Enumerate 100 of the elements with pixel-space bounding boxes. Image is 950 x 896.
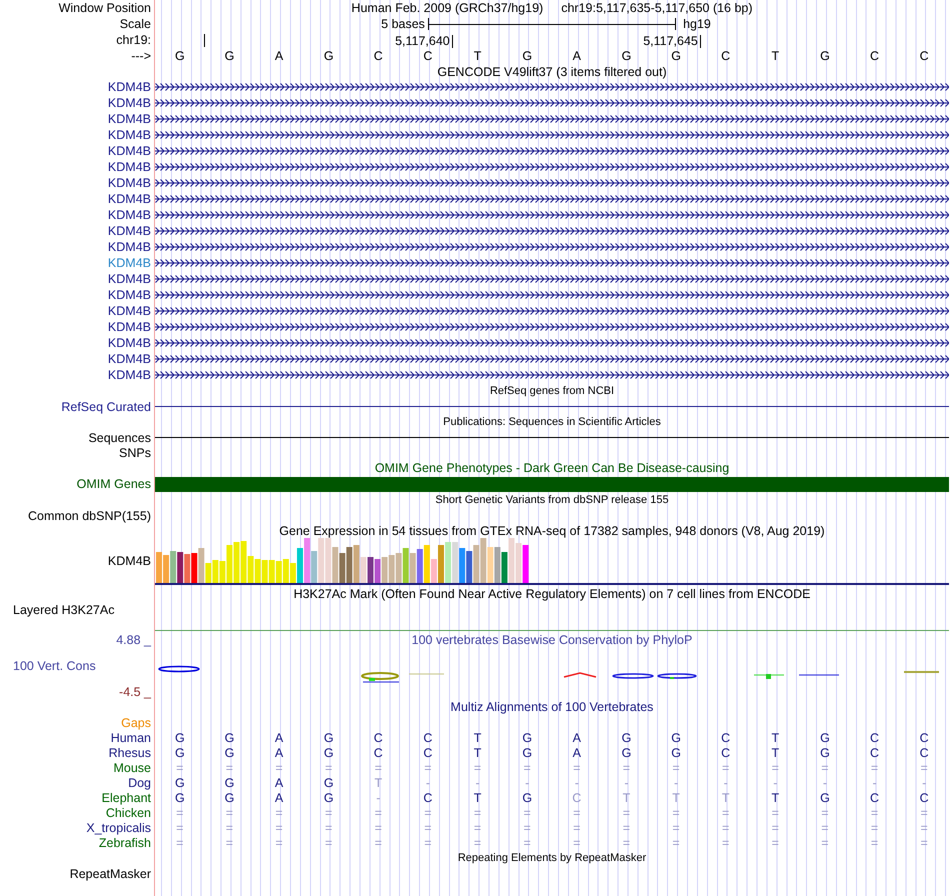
track-label[interactable]: KDM4B xyxy=(108,554,151,568)
gene-label[interactable]: KDM4B xyxy=(108,240,151,254)
aligned-base: = xyxy=(374,760,382,774)
aligned-base: G xyxy=(820,730,830,744)
track-label[interactable]: OMIM Genes xyxy=(76,477,151,491)
aligned-base: = xyxy=(524,836,531,850)
gene-label[interactable]: KDM4B xyxy=(108,368,151,382)
aligned-base: G xyxy=(174,730,185,744)
aligned-base: = xyxy=(622,760,630,774)
gene-label[interactable]: KDM4B xyxy=(108,128,151,142)
species-label[interactable]: Human xyxy=(110,730,151,744)
position-text: chr19:5,117,635-5,117,650 (16 bp) xyxy=(561,1,753,15)
gene-label[interactable]: KDM4B xyxy=(108,320,151,334)
gene-label[interactable]: KDM4B xyxy=(108,144,151,158)
gene-label[interactable]: KDM4B xyxy=(108,96,151,110)
aligned-base: = xyxy=(524,820,531,834)
aligned-base: = xyxy=(374,820,382,834)
aligned-base: C xyxy=(423,746,432,760)
aligned-base: = xyxy=(672,836,680,850)
gene-label[interactable]: KDM4B xyxy=(108,160,151,174)
aligned-base: T xyxy=(474,746,482,760)
aligned-base: A xyxy=(572,730,581,744)
aligned-base: C xyxy=(721,730,730,744)
gene-label[interactable]: KDM4B xyxy=(108,288,151,302)
species-label[interactable]: Chicken xyxy=(106,806,151,820)
aligned-base: = xyxy=(870,806,878,820)
aligned-base: = xyxy=(870,836,878,850)
aligned-base: A xyxy=(274,730,284,744)
aligned-base: = xyxy=(275,820,283,834)
aligned-base: = xyxy=(226,836,234,850)
gene-label[interactable]: KDM4B xyxy=(108,80,151,94)
base-letter: T xyxy=(474,49,482,63)
aligned-base: = xyxy=(622,820,630,834)
aligned-base: G xyxy=(820,790,830,804)
species-label[interactable]: Mouse xyxy=(113,760,151,774)
track-title: GENCODE V49lift37 (3 items filtered out) xyxy=(437,64,667,78)
aligned-base: = xyxy=(821,836,829,850)
aligned-base: G xyxy=(522,730,532,744)
gene-label[interactable]: KDM4B xyxy=(108,304,151,318)
aligned-base: G xyxy=(174,790,185,804)
aligned-base: G xyxy=(224,790,234,804)
aligned-base: T xyxy=(474,730,482,744)
aligned-base: - xyxy=(376,790,380,804)
aligned-base: = xyxy=(821,820,829,834)
aligned-base: C xyxy=(870,746,880,760)
row-label: chr19: xyxy=(116,33,151,47)
track-label[interactable]: SNPs xyxy=(119,446,151,460)
track-label[interactable]: RefSeq Curated xyxy=(61,400,151,414)
aligned-base: C xyxy=(423,790,432,804)
aligned-base: C xyxy=(920,746,929,760)
aligned-base: - xyxy=(525,776,530,790)
aligned-base: G xyxy=(522,790,532,804)
aligned-base: A xyxy=(274,776,284,790)
track-title: OMIM Gene Phenotypes - Dark Green Can Be Disease-causing xyxy=(374,461,730,475)
scale-text: 5 bases xyxy=(381,17,426,31)
tick-mark xyxy=(204,34,205,46)
aligned-base: G xyxy=(174,776,185,790)
gene-label[interactable]: KDM4B xyxy=(108,336,151,350)
gene-label[interactable]: KDM4B xyxy=(108,272,151,286)
species-label[interactable]: Zebrafish xyxy=(98,836,151,850)
aligned-base: = xyxy=(275,836,283,850)
omim-feature-bar[interactable] xyxy=(155,476,949,492)
aligned-base: = xyxy=(176,820,184,834)
row-label: Window Position xyxy=(58,1,151,15)
aligned-base: G xyxy=(324,790,334,804)
gene-label[interactable]: KDM4B xyxy=(108,176,151,190)
aligned-base: = xyxy=(424,760,432,774)
aligned-base: G xyxy=(174,746,185,760)
track-label[interactable]: 100 Vert. Cons xyxy=(0,659,151,673)
gene-label[interactable]: KDM4B xyxy=(108,256,151,270)
aligned-base: G xyxy=(671,746,681,760)
aligned-base: = xyxy=(920,836,928,850)
aligned-base: = xyxy=(325,806,332,820)
gene-label[interactable]: KDM4B xyxy=(108,112,151,126)
track-title: H3K27Ac Mark (Often Found Near Active Regulatory Elements) on 7 cell lines from ENCODE xyxy=(294,587,810,601)
track-label[interactable]: RepeatMasker xyxy=(70,866,151,880)
aligned-base: = xyxy=(176,806,184,820)
aligned-base: G xyxy=(522,746,532,760)
coordinate-label: 5,117,645 xyxy=(643,35,701,48)
aligned-base: = xyxy=(573,836,580,850)
aligned-base: G xyxy=(324,730,334,744)
aligned-base: C xyxy=(374,746,383,760)
track-label[interactable]: Sequences xyxy=(88,430,151,444)
aligned-base: C xyxy=(920,790,929,804)
aligned-base: = xyxy=(226,820,234,834)
base-letter: G xyxy=(820,49,830,63)
aligned-base: - xyxy=(426,776,430,790)
gene-label[interactable]: KDM4B xyxy=(108,192,151,206)
gene-label[interactable]: KDM4B xyxy=(108,208,151,222)
aligned-base: = xyxy=(870,820,878,834)
track-label[interactable]: Layered H3K27Ac xyxy=(13,603,114,617)
track-label[interactable]: Common dbSNP(155) xyxy=(28,508,151,522)
aligned-base: T xyxy=(672,790,680,804)
species-label[interactable]: X_tropicalis xyxy=(86,820,151,834)
species-label[interactable]: Elephant xyxy=(102,790,151,804)
base-letter: G xyxy=(224,49,234,63)
species-label[interactable]: Rhesus xyxy=(108,746,151,760)
species-label[interactable]: Dog xyxy=(128,776,151,790)
gene-label[interactable]: KDM4B xyxy=(108,352,151,366)
gene-label[interactable]: KDM4B xyxy=(108,224,151,238)
